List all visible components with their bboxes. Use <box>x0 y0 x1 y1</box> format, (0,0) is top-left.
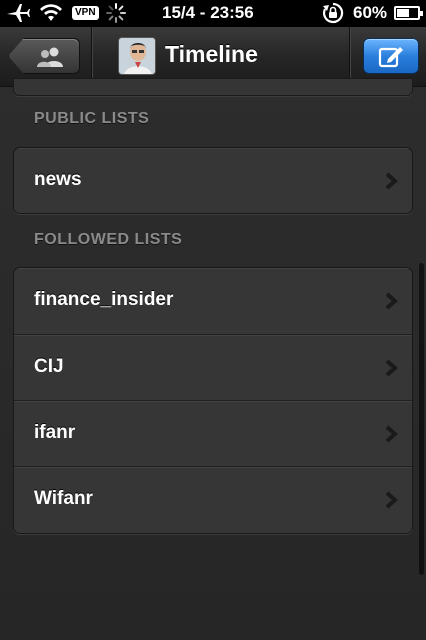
list-item-news[interactable]: news <box>14 148 412 213</box>
list-item-label: CIJ <box>34 356 64 377</box>
wifi-icon <box>40 2 62 24</box>
compose-icon <box>378 47 403 68</box>
chevron-right-icon <box>385 172 398 190</box>
list-item-label: ifanr <box>34 422 76 443</box>
activity-spinner-icon <box>106 2 126 24</box>
list-item-label: finance_insider <box>34 289 174 310</box>
scroll-indicator[interactable] <box>419 263 424 575</box>
screen: VPN 15/4 - 23:56 60% Timeline PUBLIC LIS… <box>0 0 426 640</box>
compose-button[interactable] <box>363 38 419 74</box>
followed-lists-group: finance_insider CIJ ifanr Wifanr <box>13 267 413 534</box>
list-item-label: news <box>34 169 82 190</box>
previous-group <box>13 78 413 96</box>
public-lists-group: news <box>13 147 413 214</box>
battery-percent: 60% <box>353 3 388 22</box>
list-item-wifanr[interactable]: Wifanr <box>14 466 412 532</box>
battery-level <box>397 9 409 17</box>
back-button[interactable] <box>8 38 80 74</box>
list-item-finance-insider[interactable]: finance_insider <box>14 268 412 334</box>
vpn-badge: VPN <box>72 2 99 24</box>
nav-title: Timeline <box>165 41 258 67</box>
battery-icon <box>394 6 423 20</box>
chevron-right-icon <box>385 425 398 443</box>
list-item-cij[interactable]: CIJ <box>14 334 412 400</box>
people-icon <box>37 47 63 67</box>
chevron-right-icon <box>385 491 398 509</box>
section-header-followed-lists: FOLLOWED LISTS <box>34 231 183 248</box>
list-item-ifanr[interactable]: ifanr <box>14 400 412 466</box>
section-header-public-lists: PUBLIC LISTS <box>34 110 150 127</box>
rotation-lock-icon <box>322 2 344 24</box>
avatar[interactable] <box>118 37 156 75</box>
list-item-label: Wifanr <box>34 488 93 509</box>
status-time: 15/4 - 23:56 <box>162 3 254 22</box>
status-bar: VPN 15/4 - 23:56 60% <box>0 0 426 27</box>
lists-view: PUBLIC LISTS news FOLLOWED LISTS finance… <box>0 78 426 640</box>
airplane-icon <box>6 2 30 24</box>
chevron-right-icon <box>385 359 398 377</box>
chevron-right-icon <box>385 292 398 310</box>
